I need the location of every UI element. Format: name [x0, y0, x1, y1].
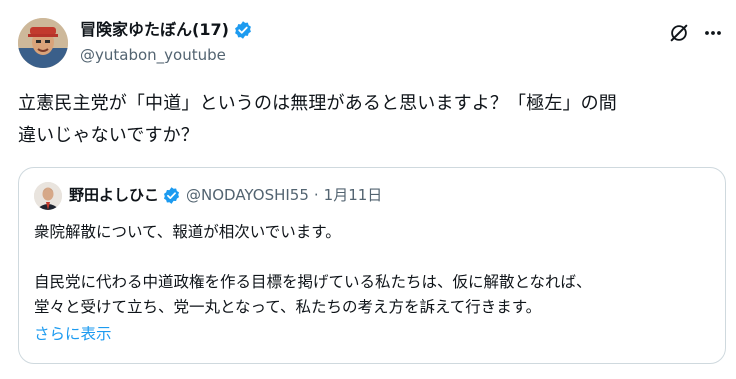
quoted-text-line: 衆院解散について、報道が相次いでいます。: [34, 223, 341, 241]
quoted-author-avatar[interactable]: [34, 182, 62, 210]
separator-dot: ·: [313, 186, 319, 204]
quoted-author-handle[interactable]: @NODAYOSHI55: [186, 185, 309, 205]
quoted-author-name[interactable]: 野田よしひこ: [69, 185, 159, 205]
author-name-row[interactable]: 冒険家ゆたぼん(17): [80, 19, 253, 41]
author-avatar[interactable]: [18, 18, 68, 68]
quoted-text-line: 自民党に代わる中道政権を作る目標を掲げている私たちは、仮に解散となれば、: [34, 273, 592, 291]
avatar-image: [18, 18, 68, 68]
verified-badge-icon: [162, 186, 181, 205]
tweet-text-line: 立憲民主党が「中道」というのは無理があると思いますよ？「極左」の間: [18, 93, 617, 114]
author-handle[interactable]: @yutabon_youtube: [80, 45, 226, 65]
more-options-icon[interactable]: [700, 22, 726, 44]
quoted-tweet-card[interactable]: 野田よしひこ @NODAYOSHI55 · 1月11日 衆院解散について、報道が…: [18, 167, 726, 364]
quoted-text-line: 堂々と受けて立ち、党一丸となって、私たちの考え方を訴えて行きます。: [34, 298, 542, 316]
tweet-text: 立憲民主党が「中道」というのは無理があると思いますよ？「極左」の間 違いじゃない…: [18, 88, 730, 152]
grok-icon[interactable]: [668, 22, 690, 44]
quoted-avatar-image: [34, 182, 62, 210]
verified-badge-icon: [233, 20, 253, 40]
show-more-link[interactable]: さらに表示: [34, 322, 112, 347]
author-name[interactable]: 冒険家ゆたぼん(17): [80, 19, 229, 41]
tweet-text-line: 違いじゃないですか？: [18, 125, 199, 146]
quoted-header: 野田よしひこ @NODAYOSHI55 · 1月11日: [69, 185, 382, 205]
quoted-tweet-text: 衆院解散について、報道が相次いでいます。 自民党に代わる中道政権を作る目標を掲げ…: [34, 220, 714, 320]
quoted-date[interactable]: 1月11日: [324, 185, 383, 205]
